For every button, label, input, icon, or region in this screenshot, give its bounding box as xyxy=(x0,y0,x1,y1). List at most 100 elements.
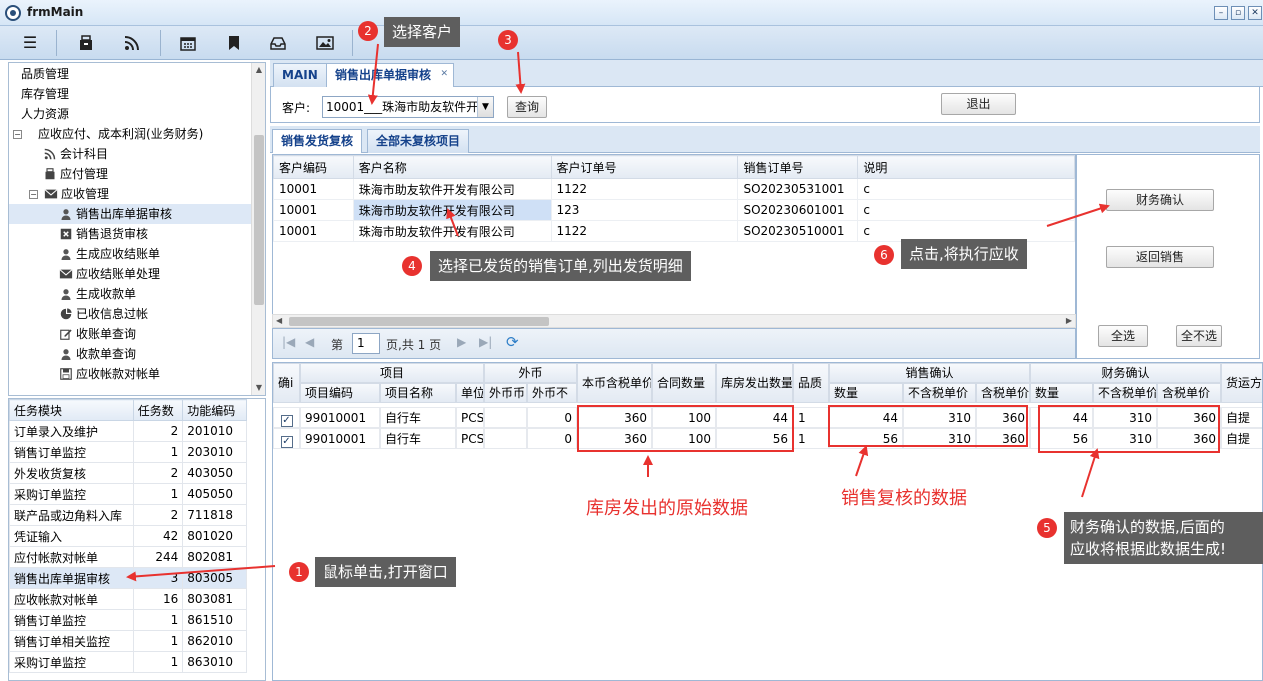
orders-horizontal-scrollbar[interactable]: ◀ ▶ xyxy=(272,314,1076,328)
table-cell: 360 xyxy=(577,407,652,428)
tree-item-ar-reconciliation[interactable]: 应收帐款对帐单 xyxy=(59,364,160,384)
column-header[interactable]: 任务数 xyxy=(132,399,184,421)
tree-scrollbar[interactable]: ▲ ▼ xyxy=(251,63,265,395)
column-header[interactable]: 不含税单价 xyxy=(1093,383,1157,403)
tab-all-unreviewed[interactable]: 全部未复核项目 xyxy=(367,129,470,153)
tree-item-sales-return-review[interactable]: 销售退货审核 xyxy=(59,224,148,244)
calendar-icon[interactable] xyxy=(172,30,204,56)
page-number-input[interactable]: 1 xyxy=(352,333,380,354)
table-row[interactable]: 销售订单监控 1 203010 xyxy=(9,441,247,463)
column-header[interactable]: 含税单价 xyxy=(1157,383,1221,403)
tab-main[interactable]: MAIN xyxy=(273,63,327,87)
image-icon[interactable] xyxy=(309,30,341,56)
table-row[interactable]: 采购订单监控 1 863010 xyxy=(9,651,247,673)
confirm-checkbox[interactable]: ✓ xyxy=(280,415,293,427)
column-header[interactable]: 数量 xyxy=(1030,383,1093,403)
rss-icon[interactable] xyxy=(116,30,148,56)
column-header[interactable]: 任务模块 xyxy=(9,399,134,421)
column-header[interactable]: 本币含税单价 xyxy=(577,363,652,403)
scroll-thumb[interactable] xyxy=(254,135,264,305)
first-page-icon[interactable]: |◀ xyxy=(282,335,295,349)
tree-item-quality[interactable]: 品质管理 xyxy=(21,64,69,84)
column-header[interactable]: 确i xyxy=(273,363,300,403)
tree-item-received-posting[interactable]: 已收信息过帐 xyxy=(59,304,148,324)
column-header[interactable]: 项目名称 xyxy=(380,383,456,403)
restore-button[interactable]: ▫ xyxy=(1231,6,1245,20)
scroll-thumb[interactable] xyxy=(289,317,549,326)
table-cell: 2 xyxy=(132,504,184,526)
refresh-icon[interactable]: ⟳ xyxy=(506,333,519,351)
minimize-button[interactable]: – xyxy=(1214,6,1228,20)
finance-confirm-button[interactable]: 财务确认 xyxy=(1106,189,1214,211)
bookmark-icon[interactable] xyxy=(218,30,250,56)
column-header[interactable]: 品质 xyxy=(793,363,829,403)
tree-item-receivables[interactable]: − 应收管理 xyxy=(29,184,109,204)
table-row[interactable]: 外发收货复核 2 403050 xyxy=(9,462,247,484)
column-header[interactable]: 客户名称 xyxy=(352,155,552,179)
column-header[interactable]: 功能编码 xyxy=(182,399,247,421)
column-header[interactable]: 货运方式 xyxy=(1221,363,1262,403)
tree-item-accounts[interactable]: 会计科目 xyxy=(43,144,108,164)
close-button[interactable]: ✕ xyxy=(1248,6,1262,20)
table-row[interactable]: 采购订单监控 1 405050 xyxy=(9,483,247,505)
query-button[interactable]: 查询 xyxy=(507,96,547,118)
table-row[interactable]: 订单录入及维护 2 201010 xyxy=(9,420,247,442)
select-none-button[interactable]: 全不选 xyxy=(1176,325,1222,347)
collapse-toggle-icon[interactable]: − xyxy=(13,130,22,139)
prev-page-icon[interactable]: ◀ xyxy=(305,335,314,349)
column-header[interactable]: 不含税单价 xyxy=(903,383,976,403)
table-row[interactable]: 联产品或边角料入库 2 711818 xyxy=(9,504,247,526)
select-all-button[interactable]: 全选 xyxy=(1098,325,1148,347)
tree-item-generate-ar-statement[interactable]: 生成应收结账单 xyxy=(59,244,160,264)
tab-sales-outbound-review[interactable]: 销售出库单据审核 ✕ xyxy=(326,63,455,87)
customer-select[interactable]: 10001___珠海市助友软件开发 ▼ xyxy=(322,96,494,118)
tab-sales-shipment-review[interactable]: 销售发货复核 xyxy=(272,129,363,153)
last-page-icon[interactable]: ▶| xyxy=(479,335,492,349)
table-row[interactable]: 10001 珠海市助友软件开发有限公司 1122 SO20230531001 c xyxy=(273,178,1075,200)
table-cell: 2 xyxy=(132,462,184,484)
menu-icon[interactable]: ☰ xyxy=(14,30,46,56)
column-header[interactable]: 合同数量 xyxy=(652,363,716,403)
column-header[interactable]: 单位 xyxy=(456,383,484,403)
column-header[interactable]: 库房发出数量 xyxy=(716,363,793,403)
chevron-down-icon[interactable]: ▼ xyxy=(477,97,493,117)
table-row[interactable]: 10001 珠海市助友软件开发有限公司 123 SO20230601001 c xyxy=(273,199,1075,221)
inventory-icon[interactable] xyxy=(70,30,102,56)
tree-item-generate-receipt[interactable]: 生成收款单 xyxy=(59,284,136,304)
column-header[interactable]: 外币币 xyxy=(484,383,527,403)
tree-item-inventory[interactable]: 库存管理 xyxy=(21,84,69,104)
table-row[interactable]: 应收帐款对帐单 16 803081 xyxy=(9,588,247,610)
confirm-checkbox[interactable]: ✓ xyxy=(280,436,293,448)
column-header[interactable]: 数量 xyxy=(829,383,903,403)
return-sales-button[interactable]: 返回销售 xyxy=(1106,246,1214,268)
column-header[interactable]: 项目编码 xyxy=(300,383,380,403)
table-row[interactable]: 10001 珠海市助友软件开发有限公司 1122 SO20230510001 c xyxy=(273,220,1075,242)
tree-item-payment-query[interactable]: 收款单查询 xyxy=(59,344,136,364)
tree-item-hr[interactable]: 人力资源 xyxy=(21,104,69,124)
tree-item-ar-statement-process[interactable]: 应收结账单处理 xyxy=(59,264,160,284)
table-row[interactable]: 应付帐款对帐单 244 802081 xyxy=(9,546,247,568)
table-row[interactable]: 销售订单相关监控 1 862010 xyxy=(9,630,247,652)
scroll-right-icon[interactable]: ▶ xyxy=(1066,315,1072,327)
column-header[interactable]: 客户订单号 xyxy=(550,155,739,179)
collapse-toggle-icon[interactable]: − xyxy=(29,190,38,199)
scroll-left-icon[interactable]: ◀ xyxy=(276,315,282,327)
exit-button[interactable]: 退出 xyxy=(941,93,1016,115)
column-header[interactable]: 说明 xyxy=(857,155,1075,179)
column-header[interactable]: 外币不 xyxy=(527,383,577,403)
column-header[interactable]: 销售订单号 xyxy=(737,155,859,179)
column-header[interactable]: 客户编码 xyxy=(273,155,354,179)
inbox-icon[interactable] xyxy=(262,30,294,56)
table-row[interactable]: 销售出库单据审核 3 803005 xyxy=(9,567,247,589)
tree-item-ar-ap[interactable]: − 应收应付、成本利润(业务财务) xyxy=(13,124,203,144)
tree-item-receipt-query[interactable]: 收账单查询 xyxy=(59,324,136,344)
table-row[interactable]: 销售订单监控 1 861510 xyxy=(9,609,247,631)
scroll-up-icon[interactable]: ▲ xyxy=(252,63,265,77)
column-header[interactable]: 含税单价 xyxy=(976,383,1030,403)
tree-item-payables[interactable]: 应付管理 xyxy=(43,164,108,184)
tab-close-icon[interactable]: ✕ xyxy=(440,63,448,85)
scroll-down-icon[interactable]: ▼ xyxy=(252,381,265,395)
table-row[interactable]: 凭证输入 42 801020 xyxy=(9,525,247,547)
tree-item-sales-outbound-review[interactable]: 销售出库单据审核 xyxy=(9,204,251,224)
next-page-icon[interactable]: ▶ xyxy=(457,335,466,349)
